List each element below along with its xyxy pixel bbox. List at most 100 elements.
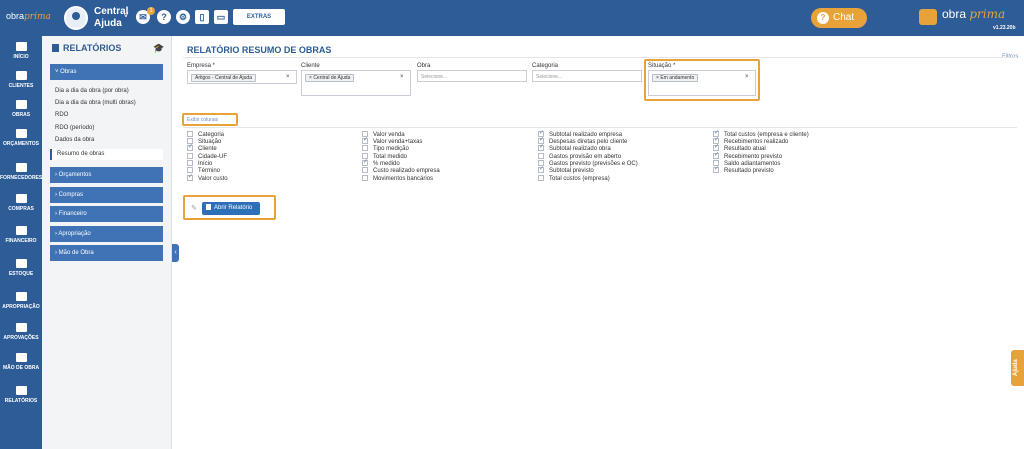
col-total-medido-checkbox[interactable]: Total medido bbox=[362, 153, 407, 160]
obra-label: Obra bbox=[417, 63, 431, 69]
group-apropriacao[interactable]: › Apropriação bbox=[50, 226, 163, 242]
group-compras[interactable]: › Compras bbox=[50, 187, 163, 203]
col-categoria-checkbox[interactable]: Categoria bbox=[187, 131, 224, 138]
nav-aprovacoes[interactable]: APROVAÇÕES bbox=[0, 323, 42, 341]
cliente-tag[interactable]: × Central de Ajuda bbox=[305, 74, 355, 82]
person-icon bbox=[15, 71, 27, 80]
categoria-placeholder: Selecione... bbox=[536, 74, 563, 80]
obra-placeholder: Selecione... bbox=[421, 74, 448, 80]
nav-obras[interactable]: OBRAS bbox=[0, 100, 42, 118]
nav-fornecedores[interactable]: FORNECEDORES bbox=[0, 163, 42, 181]
nav-compras[interactable]: COMPRAS bbox=[0, 194, 42, 212]
col-gastos-previsto-checkbox[interactable]: Gastos previsto (previsões e OC) bbox=[538, 160, 638, 167]
col-valor-custo-checkbox[interactable]: Valor custo bbox=[187, 173, 228, 182]
graduation-cap-icon[interactable]: 🎓 bbox=[153, 43, 164, 54]
clear-icon[interactable]: × bbox=[400, 74, 404, 80]
help-tab[interactable]: Ajuda bbox=[1011, 350, 1024, 386]
calculator-icon bbox=[15, 226, 27, 235]
col-percent-medido-checkbox[interactable]: % medido bbox=[362, 158, 400, 167]
group-financeiro[interactable]: › Financeiro bbox=[50, 206, 163, 222]
divider bbox=[183, 57, 1017, 58]
report-dia-a-dia-por-obra[interactable]: Dia a dia da obra (por obra) bbox=[55, 88, 163, 94]
nav-orcamentos[interactable]: ORÇAMENTOS bbox=[0, 129, 42, 147]
group-orcamentos[interactable]: › Orçamentos bbox=[50, 167, 163, 183]
nav-mao-de-obra[interactable]: MÃO DE OBRA bbox=[0, 353, 42, 371]
nav-clientes[interactable]: CLIENTES bbox=[0, 71, 42, 89]
col-recebimento-previsto-checkbox[interactable]: Recebimento previsto bbox=[713, 151, 782, 160]
col-inicio-checkbox[interactable]: Início bbox=[187, 160, 212, 167]
file-icon bbox=[15, 292, 27, 301]
col-total-custos-empresa-cliente-checkbox[interactable]: Total custos (empresa e cliente) bbox=[713, 129, 809, 138]
col-valor-venda-taxas-checkbox[interactable]: Valor venda+taxas bbox=[362, 136, 422, 145]
top-bar: obraprima Central Ajuda ˅ ✉ 1 ? ⚙ ▯ ▭ EX… bbox=[0, 0, 1024, 36]
col-despesas-diretas-cliente-checkbox[interactable]: Despesas diretas pelo cliente bbox=[538, 136, 627, 145]
col-total-custos-empresa-checkbox[interactable]: Total custos (empresa) bbox=[538, 175, 610, 182]
building-icon bbox=[15, 100, 27, 109]
obra-select[interactable]: Selecione... bbox=[417, 70, 527, 82]
situacao-highlight bbox=[644, 59, 760, 101]
app-logo[interactable]: obraprima bbox=[6, 11, 51, 22]
cliente-label: Cliente bbox=[301, 63, 320, 69]
version-label: v1.23.20b bbox=[993, 25, 1016, 31]
question-icon: ? bbox=[817, 12, 829, 24]
nav-apropriacao[interactable]: APROPRIAÇÃO bbox=[0, 292, 42, 310]
home-icon bbox=[15, 42, 27, 51]
group-mao-de-obra[interactable]: › Mão de Obra bbox=[50, 245, 163, 261]
boxes-icon bbox=[15, 259, 27, 268]
col-valor-venda-checkbox[interactable]: Valor venda bbox=[362, 131, 405, 138]
nav-financeiro[interactable]: FINANCEIRO bbox=[0, 226, 42, 244]
collapse-panel-button[interactable]: ‹ bbox=[172, 244, 179, 262]
avatar[interactable] bbox=[64, 6, 88, 30]
col-tipo-medicao-checkbox[interactable]: Tipo medição bbox=[362, 145, 409, 152]
categoria-label: Categoria bbox=[532, 63, 559, 69]
extras-button[interactable]: EXTRAS bbox=[233, 9, 285, 25]
reports-panel: RELATÓRIOS 🎓 bbox=[42, 36, 172, 449]
report-icon bbox=[15, 386, 27, 395]
cliente-select[interactable]: × Central de Ajuda × bbox=[301, 70, 411, 96]
report-dados-da-obra[interactable]: Dados da obra bbox=[55, 137, 163, 143]
col-subtotal-previsto-checkbox[interactable]: Subtotal previsto bbox=[538, 165, 594, 174]
divider bbox=[183, 127, 1017, 128]
nav-relatorios[interactable]: RELATÓRIOS bbox=[0, 386, 42, 404]
nav-inicio[interactable]: INÍCIO bbox=[0, 42, 42, 60]
group-obras[interactable]: ˅ Obras bbox=[50, 64, 163, 80]
col-subtotal-realizado-empresa-checkbox[interactable]: Subtotal realizado empresa bbox=[538, 129, 622, 138]
empresa-value: Artigos - Central de Ajuda bbox=[191, 74, 256, 82]
brand-name: obra prima bbox=[942, 7, 1006, 21]
col-saldo-adiantamentos-checkbox[interactable]: Saldo adiantamentos bbox=[713, 160, 780, 167]
col-resultado-atual-checkbox[interactable]: Resultado atual bbox=[713, 143, 766, 152]
col-recebimentos-realizado-checkbox[interactable]: Recebimentos realizado bbox=[713, 136, 788, 145]
col-gastos-provisao-aberto-checkbox[interactable]: Gastos provisão em aberto bbox=[538, 153, 621, 160]
notification-badge: 1 bbox=[147, 7, 155, 15]
col-custo-realizado-empresa-checkbox[interactable]: Custo realizado empresa bbox=[362, 167, 440, 174]
report-resumo-de-obras[interactable]: Resumo de obras bbox=[50, 149, 163, 160]
truck-icon bbox=[15, 163, 27, 172]
exibir-colunas-highlight bbox=[182, 113, 238, 126]
col-subtotal-realizado-obra-checkbox[interactable]: Subtotal realizado obra bbox=[538, 143, 611, 152]
report-dia-a-dia-multi-obras[interactable]: Dia a dia da obra (multi obras) bbox=[55, 100, 163, 106]
report-rdo-periodo[interactable]: RDO (período) bbox=[55, 125, 163, 131]
list-check-icon bbox=[15, 323, 27, 332]
clear-icon[interactable]: × bbox=[286, 74, 290, 80]
empresa-select[interactable]: Artigos - Central de Ajuda × bbox=[187, 70, 297, 84]
tablet-icon[interactable]: ▯ bbox=[195, 10, 209, 24]
main-nav: INÍCIO CLIENTES OBRAS ORÇAMENTOS FORNECE… bbox=[0, 36, 42, 449]
workers-icon bbox=[15, 353, 27, 362]
settings-icon[interactable]: ⚙ bbox=[176, 10, 190, 24]
col-movimentos-bancarios-checkbox[interactable]: Movimentos bancários bbox=[362, 175, 433, 182]
col-resultado-previsto-checkbox[interactable]: Resultado previsto bbox=[713, 165, 774, 174]
chat-button[interactable]: ? Chat bbox=[811, 8, 867, 28]
panel-title: RELATÓRIOS bbox=[52, 43, 121, 53]
empresa-label: Empresa * bbox=[187, 63, 216, 69]
col-cliente-checkbox[interactable]: Cliente bbox=[187, 143, 217, 152]
chevron-down-icon[interactable]: ˅ bbox=[123, 10, 129, 21]
monitor-icon[interactable]: ▭ bbox=[214, 10, 228, 24]
report-rdo[interactable]: RDO bbox=[55, 112, 163, 118]
page-title: RELATÓRIO RESUMO DE OBRAS bbox=[187, 45, 332, 55]
categoria-select[interactable]: Selecione... bbox=[532, 70, 642, 82]
help-icon[interactable]: ? bbox=[157, 10, 171, 24]
document-icon bbox=[15, 129, 27, 138]
brand-logo-icon bbox=[919, 9, 937, 25]
col-cidade-uf-checkbox[interactable]: Cidade-UF bbox=[187, 153, 227, 160]
nav-estoque[interactable]: ESTOQUE bbox=[0, 259, 42, 277]
